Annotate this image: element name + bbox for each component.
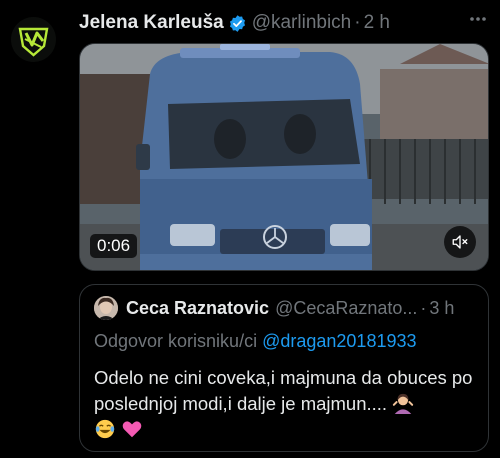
video-duration: 0:06 bbox=[90, 234, 138, 258]
pink-heart-emoji-icon bbox=[121, 418, 143, 440]
tweet-timestamp[interactable]: 2 h bbox=[364, 9, 390, 37]
mute-button[interactable] bbox=[444, 226, 476, 258]
tweet-header: Jelena Karleuša @karlinbich · 2 h bbox=[79, 9, 490, 37]
quoted-tweet-header: Ceca Raznatovic @CecaRaznato... · 3 h bbox=[94, 295, 478, 321]
speaker-muted-icon bbox=[452, 235, 468, 249]
quoted-tweet[interactable]: Ceca Raznatovic @CecaRaznato... · 3 h Od… bbox=[79, 284, 489, 452]
video-player[interactable]: 0:06 bbox=[79, 43, 489, 271]
more-horizontal-icon[interactable] bbox=[468, 9, 488, 34]
quoted-tweet-text: Odelo ne cini coveka,i majmuna da obuces… bbox=[94, 365, 474, 443]
tweet[interactable]: Jelena Karleuša @karlinbich · 2 h 0:06 C… bbox=[0, 0, 500, 458]
separator-dot: · bbox=[354, 12, 361, 33]
quoted-text-body: Odelo ne cini coveka,i majmuna da obuces… bbox=[94, 367, 473, 414]
woman-shrugging-emoji-icon bbox=[392, 392, 414, 414]
quoted-author-name[interactable]: Ceca Raznatovic bbox=[126, 298, 269, 319]
quoted-author-handle[interactable]: @CecaRaznato... bbox=[275, 298, 417, 319]
reply-context: Odgovor korisniku/ci @dragan20181933 bbox=[94, 329, 417, 353]
profile-avatar[interactable] bbox=[11, 17, 56, 62]
green-logo-avatar-icon bbox=[11, 17, 56, 62]
author-name[interactable]: Jelena Karleuša bbox=[79, 9, 224, 37]
quoted-separator-dot: · bbox=[420, 297, 427, 318]
verified-badge-icon bbox=[228, 14, 247, 33]
reply-mention-link[interactable]: @dragan20181933 bbox=[262, 331, 416, 351]
laughing-tears-emoji-icon bbox=[94, 418, 116, 440]
video-frame-police-van bbox=[80, 44, 488, 270]
author-handle[interactable]: @karlinbich bbox=[252, 9, 352, 37]
quoted-author-avatar[interactable] bbox=[94, 296, 118, 320]
quoted-timestamp[interactable]: 3 h bbox=[429, 298, 454, 319]
reply-prefix: Odgovor korisniku/ci bbox=[94, 331, 258, 351]
